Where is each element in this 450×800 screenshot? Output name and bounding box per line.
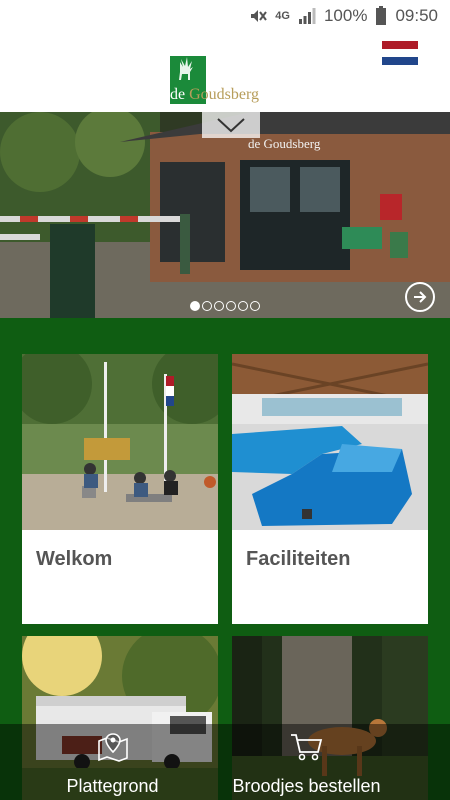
- nav-plattegrond[interactable]: Plattegrond: [0, 724, 225, 800]
- slide-dot[interactable]: [250, 301, 260, 311]
- hero-photo: de Goudsberg: [0, 112, 450, 318]
- arrow-right-icon: [414, 291, 427, 303]
- status-icons: 4G 100% 09:50: [249, 6, 438, 26]
- mute-icon: [251, 10, 268, 22]
- logo-wordmark: de Goudsberg: [170, 86, 259, 104]
- slide-dot[interactable]: [214, 301, 224, 311]
- hero-slideshow[interactable]: de Goudsberg: [0, 112, 450, 318]
- map-pin-icon: [97, 733, 128, 762]
- next-slide-button[interactable]: [405, 282, 435, 312]
- swimming-pool-photo: [232, 354, 428, 530]
- app-header: de Goudsberg: [0, 36, 450, 112]
- status-bar: 4G 100% 09:50: [0, 0, 450, 36]
- card-faciliteiten[interactable]: Faciliteiten: [232, 354, 428, 624]
- slide-dot[interactable]: [190, 301, 200, 311]
- card-title-welkom: Welkom: [36, 548, 113, 570]
- nav-broodjes-bestellen[interactable]: Broodjes bestellen: [194, 724, 419, 800]
- shopping-cart-icon: [290, 734, 322, 761]
- clock: 09:50: [395, 6, 438, 25]
- campsite-photo: [22, 354, 218, 530]
- logo-text-name: Goudsberg: [185, 86, 260, 103]
- slide-dot[interactable]: [226, 301, 236, 311]
- logo-text-de: de: [170, 86, 186, 103]
- card-welkom[interactable]: Welkom: [22, 354, 218, 624]
- slide-dot[interactable]: [238, 301, 248, 311]
- nav-label-broodjes: Broodjes bestellen: [232, 776, 381, 796]
- card-title-faciliteiten: Faciliteiten: [246, 548, 351, 570]
- slide-dot[interactable]: [202, 301, 212, 311]
- hero-sign-text: de Goudsberg: [248, 136, 321, 151]
- nav-label-plattegrond: Plattegrond: [66, 776, 159, 796]
- slide-indicator: [0, 298, 450, 316]
- collapse-chevron-button[interactable]: [202, 112, 260, 138]
- logo[interactable]: de Goudsberg: [168, 56, 290, 104]
- signal-icon: [298, 8, 316, 24]
- bottom-navigation: Plattegrond Broodjes bestellen: [0, 724, 450, 800]
- network-type: 4G: [275, 10, 290, 22]
- chevron-down-icon: [217, 118, 245, 133]
- battery-icon: [376, 6, 387, 25]
- battery-percent: 100%: [323, 6, 368, 25]
- dutch-flag-icon[interactable]: [382, 41, 418, 65]
